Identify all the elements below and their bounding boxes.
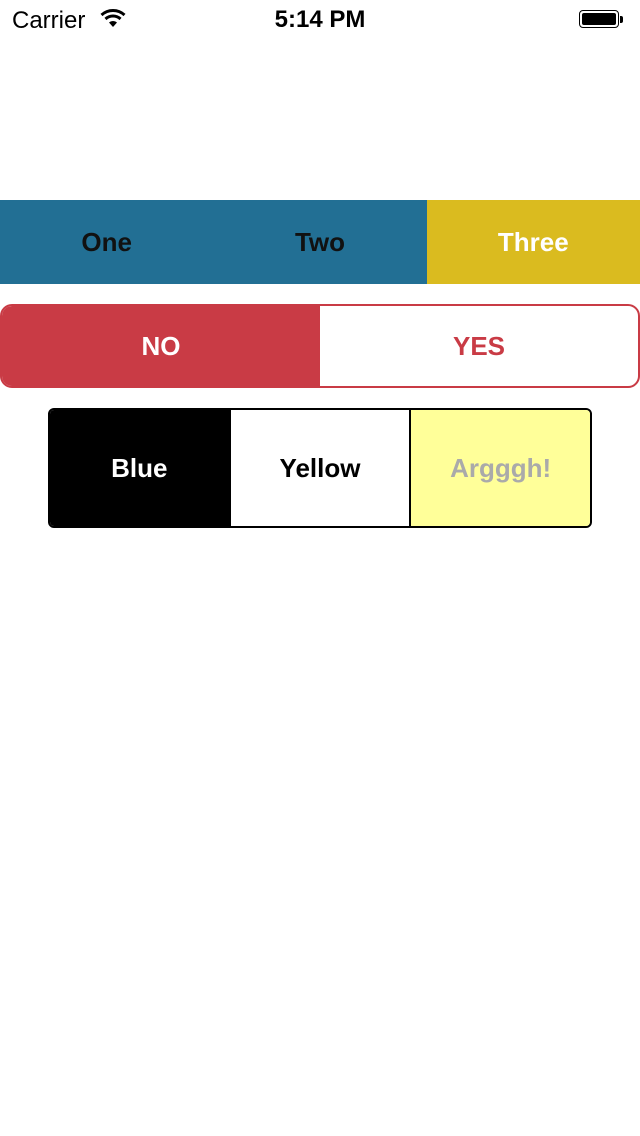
segmented-control-one-two-three: One Two Three [0, 200, 640, 284]
segment-two[interactable]: Two [213, 200, 426, 284]
status-time: 5:14 PM [274, 6, 366, 33]
segmented-control-no-yes: NO YES [0, 304, 640, 388]
segment-yes[interactable]: YES [320, 306, 638, 386]
battery-icon [579, 10, 625, 30]
segment-one[interactable]: One [0, 200, 213, 284]
status-bar: Carrier 5:14 PM [0, 0, 640, 40]
segment-blue[interactable]: Blue [50, 410, 229, 526]
segment-yellow[interactable]: Yellow [228, 410, 410, 526]
segment-argggh: Argggh! [409, 410, 590, 526]
screen: Carrier 5:14 PM One Two Three NO YES Blu… [0, 0, 640, 1136]
segmented-control-colors: Blue Yellow Argggh! [48, 408, 592, 528]
segment-no[interactable]: NO [2, 306, 320, 386]
segment-three[interactable]: Three [426, 200, 640, 284]
